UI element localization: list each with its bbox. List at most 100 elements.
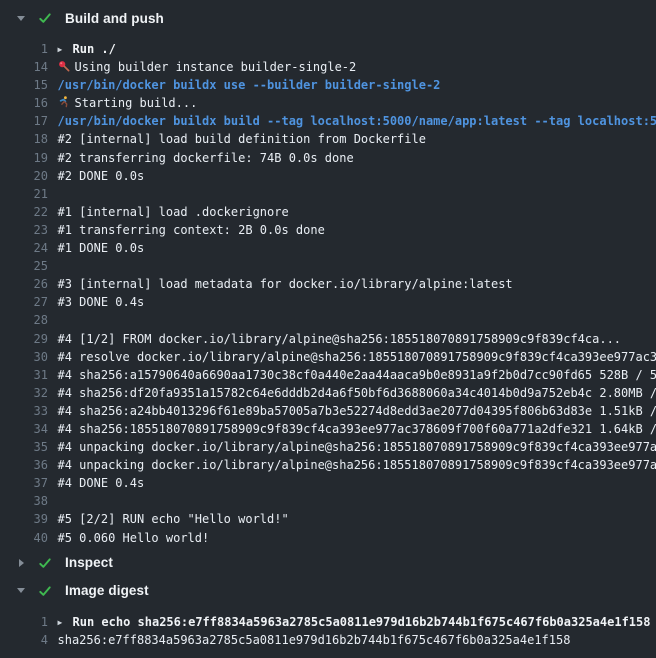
log-text-content: #4 resolve docker.io/library/alpine@sha2… bbox=[58, 350, 656, 364]
log-text: #4 unpacking docker.io/library/alpine@sh… bbox=[58, 438, 656, 456]
log-text: #5 [2/2] RUN echo "Hello world!" bbox=[58, 510, 289, 528]
log-line: 19 #2 transferring dockerfile: 74B 0.0s d… bbox=[0, 149, 656, 167]
check-success-icon bbox=[38, 556, 52, 570]
log-text: #3 [internal] load metadata for docker.i… bbox=[58, 275, 513, 293]
log-line: 15/usr/bin/docker buildx use --builder b… bbox=[0, 76, 656, 94]
log-text: #5 0.060 Hello world! bbox=[58, 529, 210, 547]
log-line: 32 #4 sha256:df20fa9351a15782c64e6dddb2d4… bbox=[0, 384, 656, 402]
log-line: 37 #4 DONE 0.4s bbox=[0, 474, 656, 492]
log-text-content: #2 DONE 0.0s bbox=[58, 169, 145, 183]
log-line: 28 bbox=[0, 311, 656, 329]
group-header[interactable]: Image digest bbox=[0, 577, 656, 605]
log-line: 29 #4 [1/2] FROM docker.io/library/alpine… bbox=[0, 330, 656, 348]
line-number-link[interactable]: 40 bbox=[0, 529, 48, 547]
line-number-link[interactable]: 38 bbox=[0, 492, 48, 510]
line-number-link[interactable]: 22 bbox=[0, 203, 48, 221]
log-lines: 1 ▶Run echo sha256:e7ff8834a5963a2785c5a0… bbox=[0, 605, 656, 651]
line-number-link[interactable]: 14 bbox=[0, 58, 48, 76]
log-text-content: #5 [2/2] RUN echo "Hello world!" bbox=[58, 512, 289, 526]
line-number-link[interactable]: 16 bbox=[0, 94, 48, 112]
log-text: #4 sha256:a15790640a6690aa1730c38cf0a440… bbox=[58, 366, 656, 384]
log-text: ▶Run echo sha256:e7ff8834a5963a2785c5a08… bbox=[58, 613, 651, 631]
log-text-content: #4 sha256:df20fa9351a15782c64e6dddb2d4a6… bbox=[58, 386, 656, 400]
log-text: sha256:e7ff8834a5963a2785c5a0811e979d16b… bbox=[58, 631, 571, 649]
log-line: 1 ▶Run echo sha256:e7ff8834a5963a2785c5a0… bbox=[0, 613, 656, 631]
log-text-content: Run echo sha256:e7ff8834a5963a2785c5a081… bbox=[73, 615, 651, 629]
log-text: #4 sha256:a24bb4013296f61e89ba57005a7b3e… bbox=[58, 402, 656, 420]
log-line: 17/usr/bin/docker buildx build --tag loc… bbox=[0, 112, 656, 130]
line-number-link[interactable]: 37 bbox=[0, 474, 48, 492]
line-number-link[interactable]: 21 bbox=[0, 185, 48, 203]
group-header[interactable]: Inspect bbox=[0, 549, 656, 577]
log-text-content: #4 [1/2] FROM docker.io/library/alpine@s… bbox=[58, 332, 622, 346]
log-line: 34#4 sha256:185518070891758909c9f839cf4c… bbox=[0, 420, 656, 438]
log-text-content: #4 sha256:a24bb4013296f61e89ba57005a7b3e… bbox=[58, 404, 656, 418]
group-header[interactable]: Build and push bbox=[0, 4, 656, 32]
line-number-link[interactable]: 19 bbox=[0, 149, 48, 167]
log-line: 35 #4 unpacking docker.io/library/alpine@… bbox=[0, 438, 656, 456]
log-line: 21 bbox=[0, 185, 656, 203]
log-text-content: /usr/bin/docker buildx build --tag local… bbox=[58, 114, 656, 128]
log-text: #1 transferring context: 2B 0.0s done bbox=[58, 221, 325, 239]
log-line: 4 sha256:e7ff8834a5963a2785c5a0811e979d16… bbox=[0, 631, 656, 649]
check-success-icon bbox=[38, 584, 52, 598]
log-text-content: Starting build... bbox=[75, 96, 198, 110]
log-text: /usr/bin/docker buildx use --builder bui… bbox=[58, 76, 441, 94]
pushpin-icon bbox=[58, 59, 75, 76]
runner-icon bbox=[58, 95, 75, 112]
expand-command-icon[interactable]: ▶ bbox=[58, 614, 73, 631]
log-text-content: #3 [internal] load metadata for docker.i… bbox=[58, 277, 513, 291]
expand-command-icon[interactable]: ▶ bbox=[58, 41, 73, 58]
log-text: #2 transferring dockerfile: 74B 0.0s don… bbox=[58, 149, 354, 167]
line-number-link[interactable]: 17 bbox=[0, 112, 48, 130]
log-text: #4 DONE 0.4s bbox=[58, 474, 145, 492]
log-text: #4 [1/2] FROM docker.io/library/alpine@s… bbox=[58, 330, 622, 348]
log-line: 1 ▶Run ./ bbox=[0, 40, 656, 58]
log-text-content: Run ./ bbox=[73, 42, 116, 56]
chevron-down-icon bbox=[16, 588, 26, 593]
line-number-link[interactable]: 32 bbox=[0, 384, 48, 402]
log-line: 23 #1 transferring context: 2B 0.0s done bbox=[0, 221, 656, 239]
line-number-link[interactable]: 20 bbox=[0, 167, 48, 185]
line-number-link[interactable]: 25 bbox=[0, 257, 48, 275]
log-text: Using builder instance builder-single-2 bbox=[58, 58, 357, 76]
log-line: 40 #5 0.060 Hello world! bbox=[0, 529, 656, 547]
log-text-content: #1 DONE 0.0s bbox=[58, 241, 145, 255]
log-line: 33 #4 sha256:a24bb4013296f61e89ba57005a7b… bbox=[0, 402, 656, 420]
log-text: #3 DONE 0.4s bbox=[58, 293, 145, 311]
line-number-link[interactable]: 36 bbox=[0, 456, 48, 474]
line-number-link[interactable]: 26 bbox=[0, 275, 48, 293]
log-line: 16 Starting build... bbox=[0, 94, 656, 112]
log-text: #4 unpacking docker.io/library/alpine@sh… bbox=[58, 456, 656, 474]
log-text-content: #4 unpacking docker.io/library/alpine@sh… bbox=[58, 440, 656, 454]
line-number-link[interactable]: 34 bbox=[0, 420, 48, 438]
log-text-content: #2 transferring dockerfile: 74B 0.0s don… bbox=[58, 151, 354, 165]
group-title: Build and push bbox=[65, 11, 164, 26]
log-line: 14 Using builder instance builder-single-… bbox=[0, 58, 656, 76]
group-title: Inspect bbox=[65, 555, 113, 570]
log-line: 38 bbox=[0, 492, 656, 510]
log-lines: 1 ▶Run ./ 14 Using builder instance builder… bbox=[0, 32, 656, 549]
log-line: 20 #2 DONE 0.0s bbox=[0, 167, 656, 185]
line-number-link[interactable]: 35 bbox=[0, 438, 48, 456]
line-number-link[interactable]: 1 bbox=[0, 613, 48, 631]
log-text-content: /usr/bin/docker buildx use --builder bui… bbox=[58, 78, 441, 92]
log-text-content: #1 transferring context: 2B 0.0s done bbox=[58, 223, 325, 237]
log-text-content: #1 [internal] load .dockerignore bbox=[58, 205, 289, 219]
line-number-link[interactable]: 39 bbox=[0, 510, 48, 528]
line-number-link[interactable]: 24 bbox=[0, 239, 48, 257]
line-number-link[interactable]: 28 bbox=[0, 311, 48, 329]
line-number-link[interactable]: 27 bbox=[0, 293, 48, 311]
line-number-link[interactable]: 29 bbox=[0, 330, 48, 348]
line-number-link[interactable]: 31 bbox=[0, 366, 48, 384]
line-number-link[interactable]: 33 bbox=[0, 402, 48, 420]
log-text-content: #2 [internal] load build definition from… bbox=[58, 132, 426, 146]
line-number-link[interactable]: 1 bbox=[0, 40, 48, 58]
line-number-link[interactable]: 15 bbox=[0, 76, 48, 94]
log-text-content: Using builder instance builder-single-2 bbox=[75, 60, 357, 74]
line-number-link[interactable]: 4 bbox=[0, 631, 48, 649]
line-number-link[interactable]: 30 bbox=[0, 348, 48, 366]
line-number-link[interactable]: 23 bbox=[0, 221, 48, 239]
line-number-link[interactable]: 18 bbox=[0, 130, 48, 148]
log-line: 30 #4 resolve docker.io/library/alpine@sh… bbox=[0, 348, 656, 366]
